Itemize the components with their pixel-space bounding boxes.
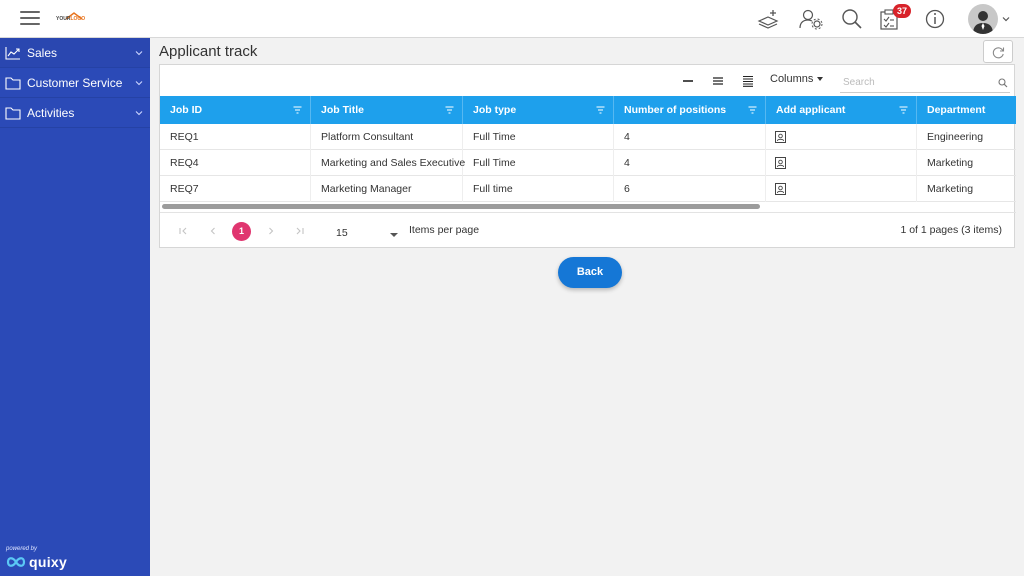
sidebar: Sales Customer Service Activities powere… xyxy=(0,38,150,576)
table-row[interactable]: REQ7 Marketing Manager Full time 6 Marke… xyxy=(160,176,1016,202)
grid-header-row: Job ID Job Title Job type Number of posi… xyxy=(160,96,1016,124)
page-size-select[interactable]: 15 xyxy=(336,227,402,243)
density-comfortable-icon[interactable] xyxy=(742,75,754,87)
logo-text-part1: YOUR xyxy=(56,16,71,22)
sidebar-item-label: Activities xyxy=(27,106,75,120)
search-input[interactable] xyxy=(840,73,1010,93)
chart-line-icon xyxy=(5,47,20,60)
chevron-down-icon xyxy=(135,111,143,116)
last-page-icon[interactable] xyxy=(295,226,305,236)
first-page-icon[interactable] xyxy=(178,226,188,236)
sidebar-item-label: Sales xyxy=(27,46,58,60)
grid-toolbar: Columns xyxy=(160,65,1016,97)
caret-down-icon xyxy=(390,233,398,237)
next-page-icon[interactable] xyxy=(266,226,276,236)
current-page-button[interactable]: 1 xyxy=(232,222,251,241)
cell-job-title: Marketing and Sales Executive xyxy=(311,150,465,176)
search-icon[interactable] xyxy=(998,78,1008,88)
chevron-down-icon xyxy=(135,51,143,56)
folder-icon xyxy=(5,107,21,120)
chevron-down-icon[interactable] xyxy=(1002,15,1010,23)
table-row[interactable]: REQ4 Marketing and Sales Executive Full … xyxy=(160,150,1016,176)
add-layer-icon[interactable] xyxy=(755,6,781,32)
filter-icon[interactable] xyxy=(899,106,908,114)
horizontal-scrollbar[interactable] xyxy=(160,202,1016,212)
notification-badge: 37 xyxy=(893,4,911,18)
hamburger-menu-icon[interactable] xyxy=(20,11,40,27)
cell-add-applicant xyxy=(766,150,917,176)
cell-job-id: REQ7 xyxy=(160,176,311,202)
column-header-number-of-positions[interactable]: Number of positions xyxy=(614,96,766,124)
refresh-button[interactable] xyxy=(983,40,1013,63)
brand-name: quixy xyxy=(29,554,68,570)
logo[interactable]: YOURLOGO xyxy=(56,12,88,26)
info-icon[interactable] xyxy=(922,6,948,32)
cell-positions: 6 xyxy=(614,176,766,202)
sidebar-item-activities[interactable]: Activities xyxy=(0,98,150,128)
column-header-job-type[interactable]: Job type xyxy=(463,96,614,124)
cell-job-type: Full Time xyxy=(463,124,614,150)
table-row[interactable]: REQ1 Platform Consultant Full Time 4 Eng… xyxy=(160,124,1016,150)
sidebar-item-label: Customer Service xyxy=(27,76,123,90)
page-title: Applicant track xyxy=(159,43,258,60)
applicant-grid: Columns Job ID Job Title Job type Number… xyxy=(159,64,1016,248)
pager-info: 1 of 1 pages (3 items) xyxy=(900,224,1002,236)
cell-department: Marketing xyxy=(927,157,974,169)
powered-by-label: powered by xyxy=(6,546,38,552)
refresh-icon xyxy=(992,47,1005,59)
pager: 1 15 Items per page 1 of 1 pages (3 item… xyxy=(160,212,1016,248)
cell-job-type: Full Time xyxy=(463,150,614,176)
avatar[interactable] xyxy=(968,4,998,34)
cell-job-type: Full time xyxy=(463,176,614,202)
scrollbar-thumb[interactable] xyxy=(162,204,760,209)
user-avatar-icon xyxy=(973,11,993,34)
back-button[interactable]: Back xyxy=(558,257,622,288)
folder-icon xyxy=(5,77,21,90)
items-per-page-label: Items per page xyxy=(409,224,480,236)
cell-positions: 4 xyxy=(614,150,766,176)
filter-icon[interactable] xyxy=(293,106,302,114)
cell-department: Marketing xyxy=(927,183,974,195)
columns-label: Columns xyxy=(770,73,814,85)
density-standard-icon[interactable] xyxy=(712,75,724,87)
sidebar-item-sales[interactable]: Sales xyxy=(0,38,150,68)
filter-icon[interactable] xyxy=(596,106,605,114)
cell-add-applicant xyxy=(766,176,917,202)
cell-job-title: Marketing Manager xyxy=(311,176,463,202)
add-applicant-icon[interactable] xyxy=(775,183,786,195)
column-header-add-applicant[interactable]: Add applicant xyxy=(766,96,917,124)
infinity-logo-icon xyxy=(6,557,26,567)
caret-down-icon xyxy=(817,77,824,82)
filter-icon[interactable] xyxy=(445,106,454,114)
cell-job-id: REQ1 xyxy=(160,124,311,150)
column-header-department[interactable]: Department xyxy=(917,96,1016,124)
top-bar: YOURLOGO 37 xyxy=(0,0,1024,38)
cell-department: Engineering xyxy=(927,131,984,143)
quixy-logo: quixy xyxy=(6,554,67,570)
column-header-job-title[interactable]: Job Title xyxy=(311,96,463,124)
add-applicant-icon[interactable] xyxy=(775,131,786,143)
column-header-job-id[interactable]: Job ID xyxy=(160,96,311,124)
chevron-down-icon xyxy=(135,81,143,86)
sidebar-item-customer-service[interactable]: Customer Service xyxy=(0,68,150,98)
previous-page-icon[interactable] xyxy=(208,226,218,236)
add-applicant-icon[interactable] xyxy=(775,157,786,169)
columns-button[interactable]: Columns xyxy=(770,73,824,85)
cell-job-id: REQ4 xyxy=(160,150,311,176)
page-size-value: 15 xyxy=(336,227,348,239)
density-compact-icon[interactable] xyxy=(682,75,694,87)
cell-job-title: Platform Consultant xyxy=(311,124,463,150)
filter-icon[interactable] xyxy=(748,106,757,114)
user-settings-icon[interactable] xyxy=(798,6,824,32)
search-icon[interactable] xyxy=(839,6,865,32)
cell-add-applicant xyxy=(766,124,917,150)
cell-positions: 4 xyxy=(614,124,766,150)
logo-text-part2: LOGO xyxy=(70,16,86,22)
